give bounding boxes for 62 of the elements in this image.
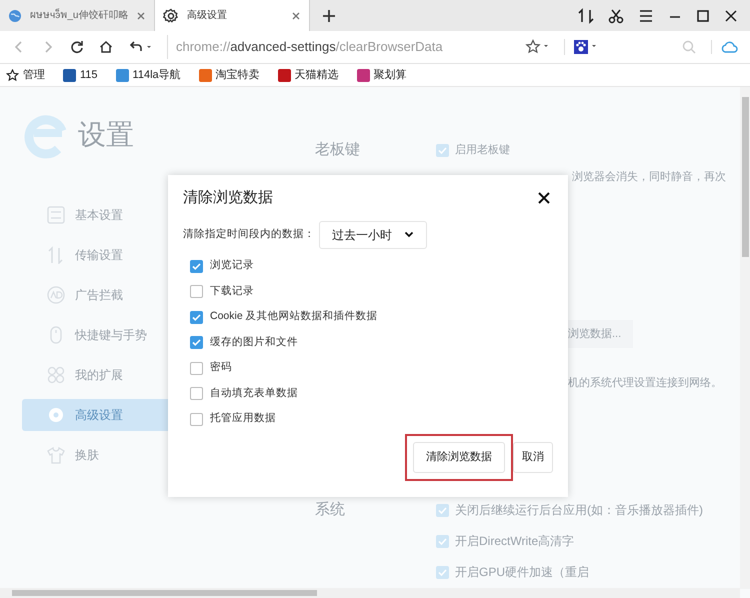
checkbox[interactable] <box>190 260 203 273</box>
menu-icon[interactable] <box>638 8 654 24</box>
checkbox-label: Cookie 及其他网站数据和插件数据 <box>210 309 378 324</box>
section-heading: 系统 <box>315 500 346 520</box>
star-icon <box>6 68 19 82</box>
cancel-button[interactable]: 取消 <box>513 442 553 473</box>
star-icon[interactable] <box>525 39 549 55</box>
checkbox-label: 自动填充表单数据 <box>210 386 298 401</box>
checkbox[interactable] <box>190 310 203 324</box>
circles-icon <box>47 366 65 384</box>
transfer-icon[interactable] <box>578 8 594 24</box>
section-heading: 老板键 <box>315 140 361 160</box>
checkbox-label: 密码 <box>210 360 232 376</box>
field-label: 清除指定时间段内的数据： <box>183 226 315 242</box>
maximize-icon[interactable] <box>696 8 710 22</box>
bookmark-link[interactable]: 管理 <box>6 66 45 84</box>
checkbox-label: 开启GPU硬件加速（重启 <box>455 564 590 581</box>
cloud-icon[interactable] <box>711 40 738 54</box>
bookmark-link[interactable]: 聚划算 <box>356 66 407 84</box>
tab-title: 高级设置 <box>187 8 228 23</box>
checkbox-label: 开启DirectWrite高清字 <box>455 533 574 550</box>
clear-data-button[interactable]: 清除浏览数据 <box>413 442 505 473</box>
undo-icon[interactable] <box>128 40 152 54</box>
dialog-title: 清除浏览数据 <box>183 188 273 208</box>
vertical-scrollbar[interactable] <box>740 87 750 589</box>
arrows-icon <box>47 246 65 264</box>
close-icon[interactable] <box>724 8 738 22</box>
bookmark-link[interactable]: 淘宝特卖 <box>198 66 260 84</box>
proxy-text: 机的系统代理设置连接到网络。 <box>568 376 722 391</box>
checkbox-label: 启用老板键 <box>455 142 510 158</box>
shirt-icon <box>47 446 65 464</box>
checkbox[interactable] <box>190 362 203 375</box>
checkbox[interactable] <box>190 387 203 400</box>
checkbox-label: 下载记录 <box>210 284 254 299</box>
reload-icon[interactable] <box>70 40 84 54</box>
bookmark-link[interactable]: 114la导航 <box>116 66 181 84</box>
home-icon[interactable] <box>99 40 113 54</box>
checkbox[interactable] <box>190 285 203 298</box>
checkbox-label: 浏览记录 <box>210 258 254 274</box>
paw-icon[interactable] <box>564 39 597 55</box>
ad-icon <box>47 286 65 304</box>
chevron-down-icon <box>404 230 414 238</box>
checkbox[interactable] <box>190 412 203 426</box>
bookmark-link[interactable]: 天猫精选 <box>278 66 339 84</box>
checkbox[interactable] <box>190 336 203 350</box>
time-range-dropdown[interactable]: 过去一小时 <box>319 220 427 248</box>
gear-icon <box>47 406 65 424</box>
browser-tab[interactable]: 高级设置 <box>155 0 310 31</box>
hint-text: 浏览器会消失，同时静音，再次 <box>572 170 726 185</box>
close-icon[interactable] <box>538 192 550 204</box>
gear-icon <box>163 8 179 24</box>
bookmark-link[interactable]: 115 <box>63 66 98 84</box>
checkbox-label: 缓存的图片和文件 <box>210 334 298 350</box>
tab-title: ผษษчэ็พ_u伸饺矸叩略 <box>30 8 128 23</box>
scissors-icon[interactable] <box>608 8 624 24</box>
sidebar-title: 设置 <box>78 118 134 152</box>
checkbox-label: 托管应用数据 <box>210 411 276 426</box>
url-field[interactable]: chrome://advanced-settings/clearBrowserData <box>167 35 510 59</box>
globe-icon <box>8 8 22 22</box>
checkbox-label: 关闭后继续运行后台应用(如：音乐播放器插件) <box>455 502 703 519</box>
sliders-icon <box>47 206 65 224</box>
horizontal-scrollbar[interactable] <box>0 588 740 598</box>
